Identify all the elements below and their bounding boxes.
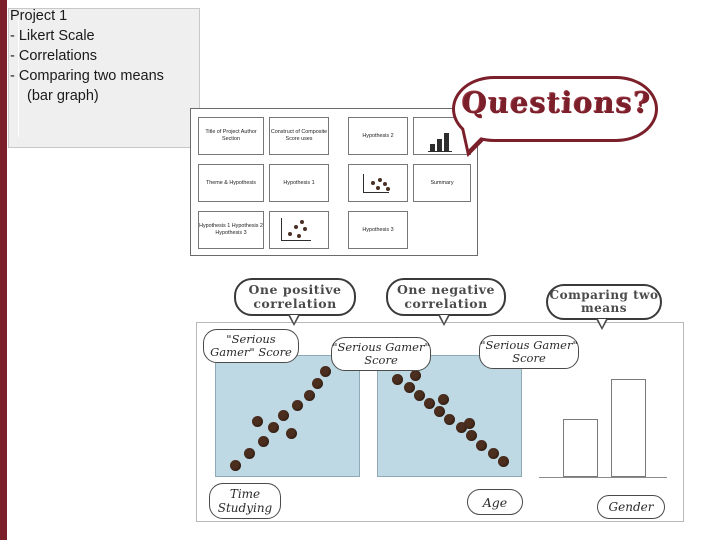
mini-bar-3 [444,133,449,151]
data-point [278,410,289,421]
storyboard-cell-hypotheses-list: Hypothesis 1 Hypothesis 2 Hypothesis 3 [198,211,264,249]
bar-group-2 [611,379,646,477]
scatter-plot-positive [215,355,360,477]
data-point [476,440,487,451]
data-point [444,414,455,425]
callout-tail-fill [460,124,491,152]
data-point [410,370,421,381]
outline-item-comparing-two-means: - Comparing two means [10,68,164,84]
mini-dot-a [371,181,375,185]
charts-panel: "Serious Gamer" Score "Serious Gamer" Sc… [196,322,684,522]
storyboard-cell-hypothesis-3: Hypothesis 3 [348,211,408,249]
data-point [434,406,445,417]
mini-scatter-axis-y [363,174,364,193]
bar-chart-axis [539,477,667,478]
mini-bar-axis [428,151,452,152]
mini-dot-c [383,182,387,186]
mini-dot-d [376,186,380,190]
scatter-plot-negative [377,355,522,477]
slide-canvas: Project 1 - Likert Scale - Correlations … [0,0,720,540]
data-point [404,382,415,393]
mini-dot-h [303,227,307,231]
data-point [464,418,475,429]
mini-dot-j [297,234,301,238]
chart-title-comparing-means: Comparing two means [546,284,662,320]
outline-title: Project 1 [10,8,68,24]
data-point [258,436,269,447]
mini-scatter2-axis-x [281,240,311,241]
data-point [292,400,303,411]
data-point [244,448,255,459]
storyboard-cell-hypothesis-1: Hypothesis 1 [269,164,329,202]
mini-dot-g [294,225,298,229]
chart-title-positive-correlation: One positive correlation [234,278,356,316]
y-axis-label-2: "Serious Gamer" Score [331,337,431,371]
mini-bar-1 [430,144,435,151]
x-axis-label-time-studying: Time Studying [209,483,281,519]
chart-title-tail-1 [288,315,300,326]
y-axis-label-1: "Serious Gamer" Score [203,329,299,363]
mini-dot-f [300,220,304,224]
data-point [466,430,477,441]
storyboard-cell-summary: Summary [413,164,471,202]
chart-title-tail-2 [438,315,450,326]
storyboard-cell-scatter-thumb [348,164,408,202]
data-point [498,456,509,467]
mini-dot-e [386,187,390,191]
storyboard-panel: Title of Project Author Section Construc… [190,108,478,256]
slide-accent-bar [0,0,7,540]
data-point [424,398,435,409]
bar-group-1 [563,419,598,477]
mini-dot-b [378,178,382,182]
data-point [438,394,449,405]
storyboard-cell-theme-hypothesis: Theme & Hypothesis [198,164,264,202]
mini-bar-2 [437,139,442,151]
storyboard-cell-scatter-thumb-2 [269,211,329,249]
data-point [414,390,425,401]
x-axis-label-gender: Gender [597,495,665,519]
data-point [488,448,499,459]
data-point [252,416,263,427]
chart-title-tail-3 [596,319,608,330]
data-point [268,422,279,433]
data-point [230,460,241,471]
storyboard-cell-hypothesis-2: Hypothesis 2 [348,117,408,155]
questions-label: Questions? [461,86,652,120]
data-point [320,366,331,377]
data-point [392,374,403,385]
mini-scatter2-axis-y [281,218,282,241]
storyboard-cell-construct: Construct of Composite Score uses [269,117,329,155]
outline-item-bar-graph: (bar graph) [27,88,99,104]
data-point [312,378,323,389]
y-axis-label-3: "Serious Gamer" Score [479,335,579,369]
storyboard-cell-title: Title of Project Author Section [198,117,264,155]
outline-item-likert: - Likert Scale [10,28,95,44]
mini-dot-i [288,232,292,236]
data-point [286,428,297,439]
outline-text-block: Project 1 - Likert Scale - Correlations … [10,6,194,106]
outline-item-correlations: - Correlations [10,48,98,64]
mini-scatter-axis-x [363,192,389,193]
chart-title-negative-correlation: One negative correlation [386,278,506,316]
data-point [304,390,315,401]
x-axis-label-age: Age [467,489,523,515]
